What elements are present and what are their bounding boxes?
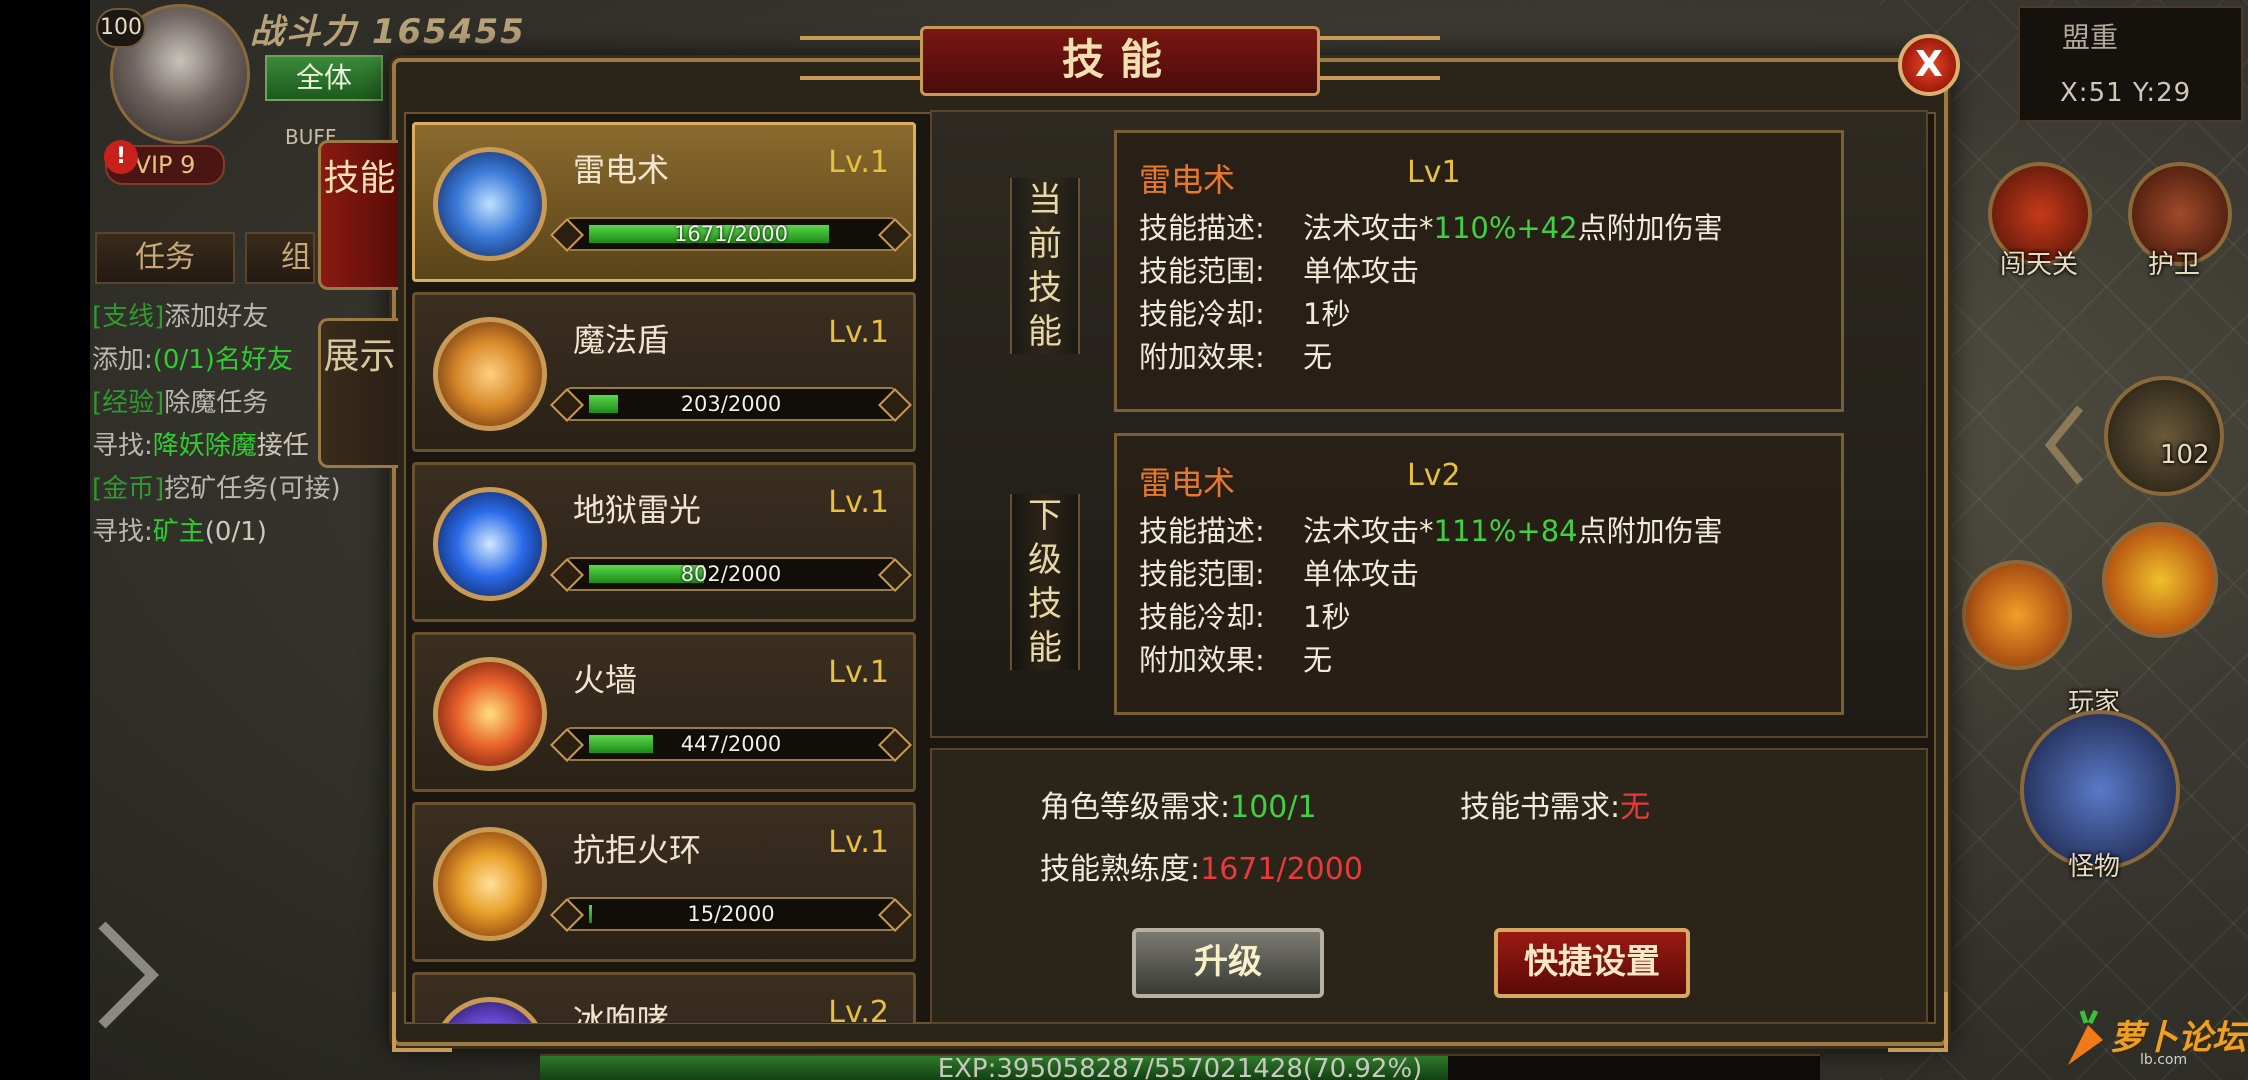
range-label: 技能范围: <box>1139 557 1265 591</box>
skill-level: Lv.1 <box>828 315 889 350</box>
range-label: 技能范围: <box>1139 254 1265 288</box>
corner-ornament <box>1888 992 1948 1052</box>
cooldown-value: 1秒 <box>1303 600 1351 634</box>
skill-card[interactable]: 雷电术 Lv.1 1671/2000 <box>412 122 916 282</box>
skill-level: Lv.1 <box>828 145 889 180</box>
next-skill-level: Lv2 <box>1407 458 1461 493</box>
skill-name: 雷电术 <box>573 151 670 189</box>
skill-slot-fire[interactable] <box>1962 560 2072 670</box>
skill-level: Lv.1 <box>828 655 889 690</box>
skill-card[interactable]: 火墙 Lv.1 447/2000 <box>412 632 916 792</box>
tab-skill[interactable]: 技能 <box>318 140 398 290</box>
skill-slot-fire-ring[interactable] <box>2102 522 2218 638</box>
desc-label: 技能描述: <box>1139 514 1265 548</box>
quest-line: 寻找:矿主(0/1) <box>92 517 267 547</box>
skill-name: 魔法盾 <box>573 321 670 359</box>
cooldown-label: 技能冷却: <box>1139 600 1265 634</box>
fire-wall-icon <box>433 657 547 771</box>
quest-line: [金币]挖矿任务(可接) <box>92 474 341 504</box>
hell-lightning-icon <box>433 487 547 601</box>
challenge-label: 闯天关 <box>2000 250 2079 280</box>
desc-value: 法术攻击*111%+84点附加伤害 <box>1303 514 1723 548</box>
title-ornament-left <box>800 36 920 80</box>
skill-progress-text: 15/2000 <box>687 902 775 926</box>
exp-bar: EXP:395058287/557021428(70.92%) <box>540 1054 1820 1080</box>
combat-power: 战斗力 165455 <box>250 12 526 52</box>
skill-progress-text: 802/2000 <box>680 562 782 586</box>
player-coordinates: X:51 Y:29 <box>2060 78 2192 108</box>
skill-progress-bar: 203/2000 <box>550 387 912 422</box>
range-value: 单体攻击 <box>1303 254 1420 288</box>
current-skill-info: 雷电术 Lv1 技能描述: 法术攻击*110%+42点附加伤害 技能范围: 单体… <box>1114 130 1844 412</box>
skill-name: 冰咆哮 <box>573 1001 670 1023</box>
chevron-right-icon[interactable] <box>92 915 172 1035</box>
cooldown-label: 技能冷却: <box>1139 297 1265 331</box>
effect-value: 无 <box>1303 340 1333 374</box>
skill-level: Lv.1 <box>828 825 889 860</box>
skill-card[interactable]: 冰咆哮 Lv.2 <box>412 972 916 1023</box>
range-value: 单体攻击 <box>1303 557 1420 591</box>
upgrade-button[interactable]: 升级 <box>1132 928 1324 998</box>
all-mode-button[interactable]: 全体 <box>265 55 383 101</box>
skill-progress-bar: 15/2000 <box>550 897 912 932</box>
tab-task[interactable]: 任务 <box>95 232 235 284</box>
tab-showcase[interactable]: 展示 <box>318 318 398 468</box>
skill-progress-bar: 1671/2000 <box>550 217 912 252</box>
effect-label: 附加效果: <box>1139 643 1265 677</box>
lightning-icon <box>433 147 547 261</box>
chevron-left-icon[interactable] <box>2040 400 2090 490</box>
skill-level: Lv.2 <box>828 995 889 1023</box>
skill-name: 火墙 <box>573 661 638 699</box>
tab-team[interactable]: 组 <box>245 232 315 284</box>
watermark-subtext: lb.com <box>2140 1052 2188 1068</box>
next-skill-section-label: 下级技能 <box>1010 494 1080 670</box>
skill-card[interactable]: 抗拒火环 Lv.1 15/2000 <box>412 802 916 962</box>
alert-icon: ! <box>104 140 138 174</box>
current-skill-name: 雷电术 <box>1139 161 1236 199</box>
skill-progress-bar: 447/2000 <box>550 727 912 762</box>
potion-count: 102 <box>2160 440 2210 470</box>
role-level-requirement: 角色等级需求:100/1 <box>1040 790 1317 825</box>
current-skill-level: Lv1 <box>1407 155 1461 190</box>
skill-list[interactable]: 雷电术 Lv.1 1671/2000 魔法盾 Lv.1 203/2000 地狱雷… <box>412 118 916 1023</box>
magic-shield-icon <box>433 317 547 431</box>
dialog-title: 技能 <box>920 26 1320 96</box>
next-skill-info: 雷电术 Lv2 技能描述: 法术攻击*111%+84点附加伤害 技能范围: 单体… <box>1114 433 1844 715</box>
title-ornament-right <box>1320 36 1440 80</box>
skill-progress-text: 203/2000 <box>680 392 782 416</box>
player-level: 100 <box>96 8 146 48</box>
close-button[interactable]: X <box>1898 34 1960 96</box>
desc-label: 技能描述: <box>1139 211 1265 245</box>
target-monster-label: 怪物 <box>2068 852 2121 882</box>
skill-book-requirement: 技能书需求:无 <box>1460 790 1651 825</box>
skill-progress-text: 1671/2000 <box>674 222 788 246</box>
potion-slot[interactable] <box>2104 376 2224 496</box>
skill-card[interactable]: 魔法盾 Lv.1 203/2000 <box>412 292 916 452</box>
next-skill-name: 雷电术 <box>1139 464 1236 502</box>
skill-mastery: 技能熟练度:1671/2000 <box>1040 852 1363 887</box>
quick-setting-button[interactable]: 快捷设置 <box>1494 928 1690 998</box>
exp-text: EXP:395058287/557021428(70.92%) <box>937 1054 1423 1080</box>
corner-ornament <box>392 992 452 1052</box>
skill-progress-text: 447/2000 <box>680 732 782 756</box>
skill-level: Lv.1 <box>828 485 889 520</box>
cooldown-value: 1秒 <box>1303 297 1351 331</box>
guard-label: 护卫 <box>2148 250 2201 280</box>
map-name: 盟重 <box>2062 21 2119 54</box>
fire-ring-icon <box>433 827 547 941</box>
effect-label: 附加效果: <box>1139 340 1265 374</box>
desc-value: 法术攻击*110%+42点附加伤害 <box>1303 211 1723 245</box>
current-skill-section-label: 当前技能 <box>1010 178 1080 354</box>
skill-card[interactable]: 地狱雷光 Lv.1 802/2000 <box>412 462 916 622</box>
skill-name: 地狱雷光 <box>573 491 702 529</box>
effect-value: 无 <box>1303 643 1333 677</box>
skill-progress-bar: 802/2000 <box>550 557 912 592</box>
skill-name: 抗拒火环 <box>573 831 702 869</box>
